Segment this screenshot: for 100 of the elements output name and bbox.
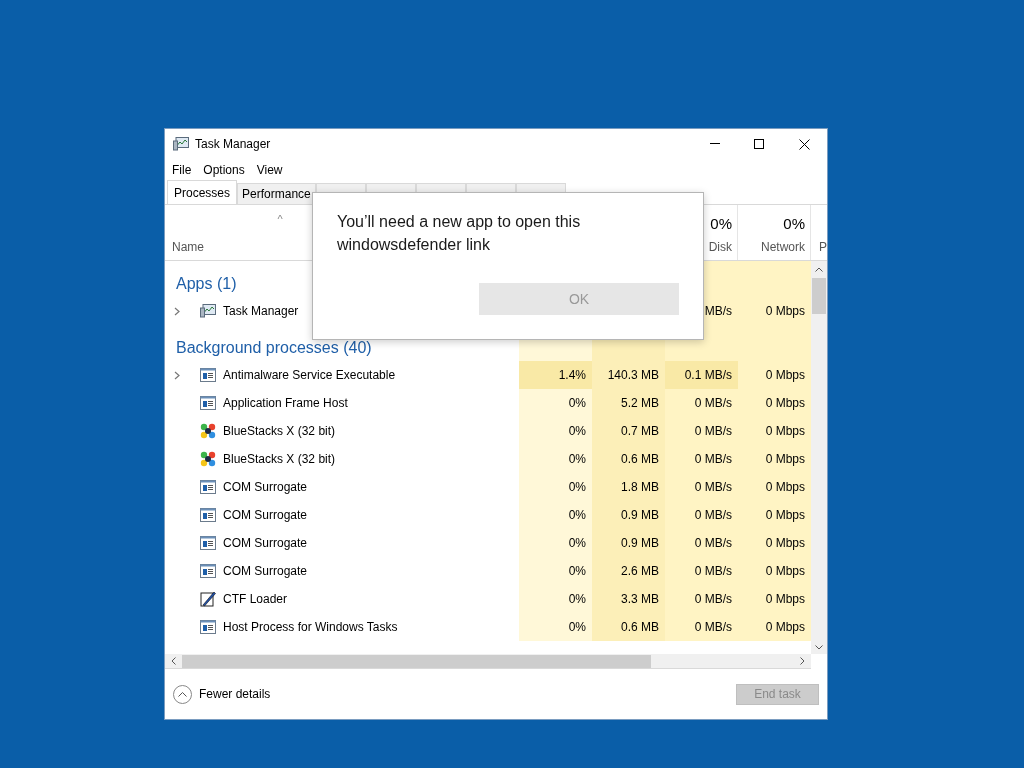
- network-cell: 0 Mbps: [738, 473, 811, 501]
- process-name: CTF Loader: [223, 591, 288, 608]
- pen-and-paper-icon: [200, 591, 216, 607]
- colorful-blocks-icon: [200, 423, 216, 439]
- process-name: Task Manager: [223, 303, 299, 320]
- memory-cell: 0.6 MB: [592, 613, 665, 641]
- cpu-cell: 0%: [519, 417, 592, 445]
- collapse-circle-icon[interactable]: [173, 684, 192, 704]
- process-name: BlueStacks X (32 bit): [223, 451, 336, 468]
- window-icon: [200, 480, 216, 494]
- network-cell: 0 Mbps: [738, 529, 811, 557]
- process-name: COM Surrogate: [223, 479, 308, 496]
- column-total: 0%: [783, 214, 805, 234]
- menu-item[interactable]: File: [172, 161, 192, 179]
- process-name-cell[interactable]: Antimalware Service Executable: [165, 361, 519, 389]
- group-heading: Apps (1): [176, 274, 237, 293]
- network-cell: 0 Mbps: [738, 557, 811, 585]
- disk-cell: 0 MB/s: [665, 529, 738, 557]
- scroll-down-icon[interactable]: [815, 645, 823, 650]
- memory-cell: 0.9 MB: [592, 529, 665, 557]
- process-name-cell[interactable]: COM Surrogate: [165, 529, 519, 557]
- network-cell: 0 Mbps: [738, 445, 811, 473]
- window-icon: [200, 620, 216, 634]
- memory-cell: 0.9 MB: [592, 501, 665, 529]
- tab[interactable]: Processes: [167, 180, 238, 204]
- window-title: Task Manager: [195, 136, 271, 153]
- cpu-cell: 0%: [519, 613, 592, 641]
- process-name: COM Surrogate: [223, 563, 308, 580]
- group-heading: Background processes (40): [176, 338, 372, 357]
- cpu-cell: 0%: [519, 389, 592, 417]
- process-name-cell[interactable]: COM Surrogate: [165, 501, 519, 529]
- maximize-icon[interactable]: [754, 139, 764, 149]
- memory-cell: 3.3 MB: [592, 585, 665, 613]
- sort-caret[interactable]: ^: [277, 211, 283, 228]
- disk-cell: 0 MB/s: [665, 557, 738, 585]
- disk-cell: 0 MB/s: [665, 445, 738, 473]
- scroll-right-icon[interactable]: [800, 657, 805, 665]
- process-name: BlueStacks X (32 bit): [223, 423, 336, 440]
- menu-item[interactable]: View: [256, 161, 283, 179]
- disk-cell: 0 MB/s: [665, 473, 738, 501]
- process-name: Host Process for Windows Tasks: [223, 619, 398, 636]
- process-name: COM Surrogate: [223, 535, 308, 552]
- disk-cell: 0 MB/s: [665, 389, 738, 417]
- network-cell: 0 Mbps: [738, 297, 811, 325]
- vertical-scrollbar[interactable]: [811, 261, 827, 654]
- scroll-left-icon[interactable]: [171, 657, 176, 665]
- expand-chevron-icon[interactable]: [174, 370, 180, 380]
- network-cell: 0 Mbps: [738, 417, 811, 445]
- network-cell: 0 Mbps: [738, 585, 811, 613]
- memory-cell: 0.6 MB: [592, 445, 665, 473]
- cpu-cell: 0%: [519, 585, 592, 613]
- window-icon: [200, 368, 216, 382]
- network-cell: 0 Mbps: [738, 389, 811, 417]
- memory-cell: 140.3 MB: [592, 361, 665, 389]
- memory-cell: 1.8 MB: [592, 473, 665, 501]
- dialog-message: You’ll need a new app to open this windowsdefender link: [337, 212, 582, 255]
- scroll-thumb[interactable]: [812, 278, 826, 314]
- menu-item[interactable]: Options: [203, 161, 245, 179]
- cpu-cell: 0%: [519, 557, 592, 585]
- disk-cell: 0.1 MB/s: [665, 361, 738, 389]
- disk-cell: 0 MB/s: [665, 501, 738, 529]
- process-name-cell[interactable]: COM Surrogate: [165, 473, 519, 501]
- disk-cell: 0 MB/s: [665, 417, 738, 445]
- network-cell: 0 Mbps: [738, 361, 811, 389]
- cpu-cell: 0%: [519, 529, 592, 557]
- monitor-chart-icon: [173, 137, 189, 151]
- process-name: Antimalware Service Executable: [223, 367, 396, 384]
- column-header[interactable]: Network: [761, 238, 805, 256]
- process-name: Application Frame Host: [223, 395, 348, 412]
- memory-cell: 0.7 MB: [592, 417, 665, 445]
- process-name-cell[interactable]: Host Process for Windows Tasks: [165, 613, 519, 641]
- network-cell: 0 Mbps: [738, 501, 811, 529]
- memory-cell: 2.6 MB: [592, 557, 665, 585]
- cpu-cell: 0%: [519, 501, 592, 529]
- minimize-icon[interactable]: [710, 143, 720, 145]
- tab[interactable]: Performance: [237, 183, 316, 204]
- cpu-cell: 0%: [519, 473, 592, 501]
- network-cell: 0 Mbps: [738, 613, 811, 641]
- horizontal-scrollbar[interactable]: [165, 654, 811, 669]
- monitor-chart-icon: [200, 304, 216, 318]
- column-header[interactable]: P: [811, 238, 827, 256]
- column-total: 0%: [710, 214, 732, 234]
- process-name-cell[interactable]: COM Surrogate: [165, 557, 519, 585]
- colorful-blocks-icon: [200, 451, 216, 467]
- close-icon[interactable]: [799, 138, 810, 150]
- scroll-thumb[interactable]: [182, 654, 651, 668]
- column-header[interactable]: Disk: [708, 238, 732, 256]
- process-name: COM Surrogate: [223, 507, 308, 524]
- process-name-cell[interactable]: Application Frame Host: [165, 389, 519, 417]
- window-icon: [200, 536, 216, 550]
- disk-cell: 0 MB/s: [665, 613, 738, 641]
- expand-chevron-icon[interactable]: [174, 306, 180, 316]
- process-name-cell[interactable]: CTF Loader: [165, 585, 519, 613]
- scroll-up-icon[interactable]: [815, 267, 823, 272]
- process-name-cell[interactable]: BlueStacks X (32 bit): [165, 417, 519, 445]
- fewer-details-link[interactable]: Fewer details: [199, 685, 736, 703]
- disk-cell: 0 MB/s: [665, 585, 738, 613]
- cpu-cell: 0%: [519, 445, 592, 473]
- window-icon: [200, 564, 216, 578]
- process-name-cell[interactable]: BlueStacks X (32 bit): [165, 445, 519, 473]
